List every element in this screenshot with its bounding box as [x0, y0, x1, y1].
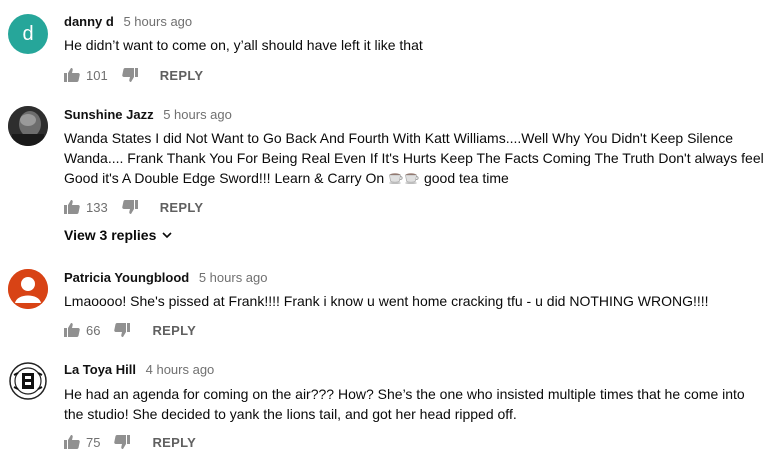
comment-header: danny d 5 hours ago: [64, 14, 192, 29]
emblem-logo-icon: [9, 362, 47, 400]
comment-text: He had an agenda for coming on the air??…: [64, 386, 745, 422]
avatar-letter: d: [22, 22, 34, 45]
like-count: 75: [86, 434, 101, 450]
chevron-down-icon: [162, 231, 172, 239]
comment-actions: 101 REPLY: [64, 65, 203, 85]
comment-text: Lmaoooo! She's pissed at Frank!!!! Frank…: [64, 293, 709, 309]
timestamp[interactable]: 4 hours ago: [146, 362, 215, 377]
comment-text: He didn’t want to come on, y’all should …: [64, 37, 423, 53]
like-count: 101: [86, 67, 108, 83]
timestamp[interactable]: 5 hours ago: [163, 107, 232, 122]
avatar[interactable]: [8, 269, 48, 309]
comment-actions: 75 REPLY: [64, 432, 196, 452]
view-replies-label: View 3 replies: [64, 227, 157, 243]
coffee-cup-icon: [388, 170, 404, 186]
comment-text: Wanda States I did Not Want to Go Back A…: [64, 128, 764, 188]
thumbs-up-icon[interactable]: [64, 68, 80, 82]
thumbs-down-icon[interactable]: [114, 323, 131, 337]
author-name[interactable]: danny d: [64, 14, 114, 29]
timestamp[interactable]: 5 hours ago: [199, 270, 268, 285]
thumbs-down-icon[interactable]: [121, 200, 138, 214]
author-name[interactable]: Sunshine Jazz: [64, 107, 154, 122]
comment-actions: 66 REPLY: [64, 320, 196, 340]
avatar-photo-icon: [8, 106, 48, 146]
thumbs-up-icon[interactable]: [64, 323, 80, 337]
view-replies-button[interactable]: View 3 replies: [64, 227, 172, 243]
like-count: 133: [86, 199, 108, 215]
coffee-cup-icon: [404, 170, 420, 186]
avatar[interactable]: [8, 361, 48, 401]
comment-header: La Toya Hill 4 hours ago: [64, 362, 214, 377]
thumbs-up-icon[interactable]: [64, 200, 80, 214]
avatar[interactable]: d: [8, 14, 48, 54]
comment-header: Patricia Youngblood 5 hours ago: [64, 270, 268, 285]
reply-button[interactable]: REPLY: [152, 435, 196, 450]
author-name[interactable]: Patricia Youngblood: [64, 270, 189, 285]
reply-button[interactable]: REPLY: [160, 200, 204, 215]
thumbs-down-icon[interactable]: [114, 435, 131, 449]
timestamp[interactable]: 5 hours ago: [123, 14, 192, 29]
thumbs-up-icon[interactable]: [64, 435, 80, 449]
thumbs-down-icon[interactable]: [121, 68, 138, 82]
comment-header: Sunshine Jazz 5 hours ago: [64, 107, 232, 122]
comment-actions: 133 REPLY: [64, 197, 203, 217]
reply-button[interactable]: REPLY: [152, 323, 196, 338]
reply-button[interactable]: REPLY: [160, 68, 204, 83]
like-count: 66: [86, 322, 101, 338]
default-person-icon: [8, 269, 48, 309]
avatar[interactable]: [8, 106, 48, 146]
author-name[interactable]: La Toya Hill: [64, 362, 136, 377]
comment-text-suffix: good tea time: [423, 170, 509, 186]
